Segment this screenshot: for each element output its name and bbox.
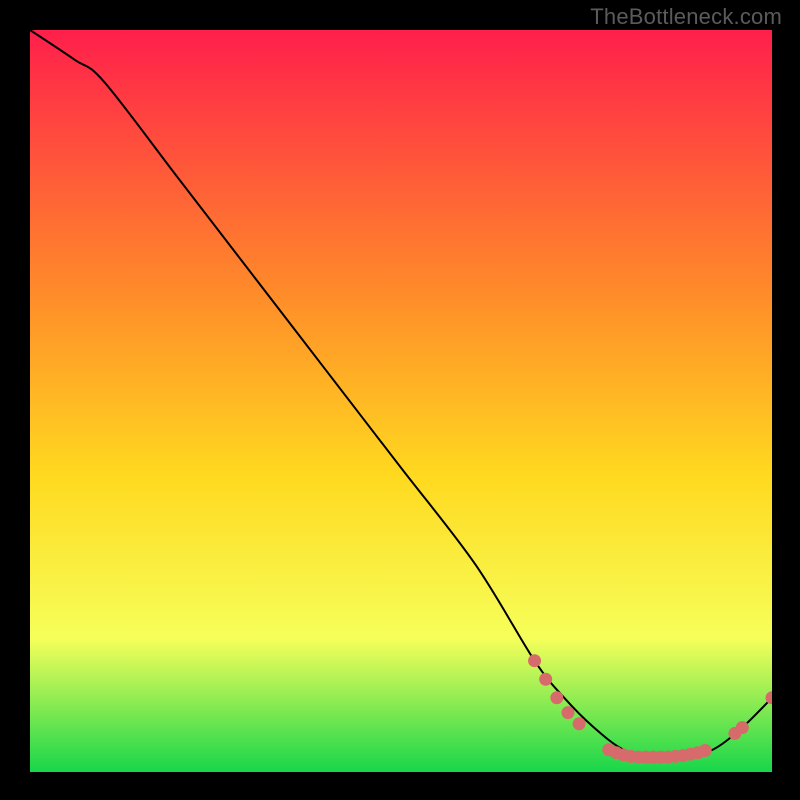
curve-marker bbox=[550, 691, 563, 704]
curve-marker bbox=[736, 721, 749, 734]
chart-svg bbox=[30, 30, 772, 772]
chart-stage: TheBottleneck.com bbox=[0, 0, 800, 800]
gradient-background bbox=[30, 30, 772, 772]
watermark-text: TheBottleneck.com bbox=[590, 4, 782, 30]
curve-marker bbox=[699, 744, 712, 757]
curve-marker bbox=[528, 654, 541, 667]
curve-marker bbox=[573, 717, 586, 730]
chart-plot bbox=[30, 30, 772, 772]
curve-marker bbox=[561, 706, 574, 719]
curve-marker bbox=[539, 673, 552, 686]
